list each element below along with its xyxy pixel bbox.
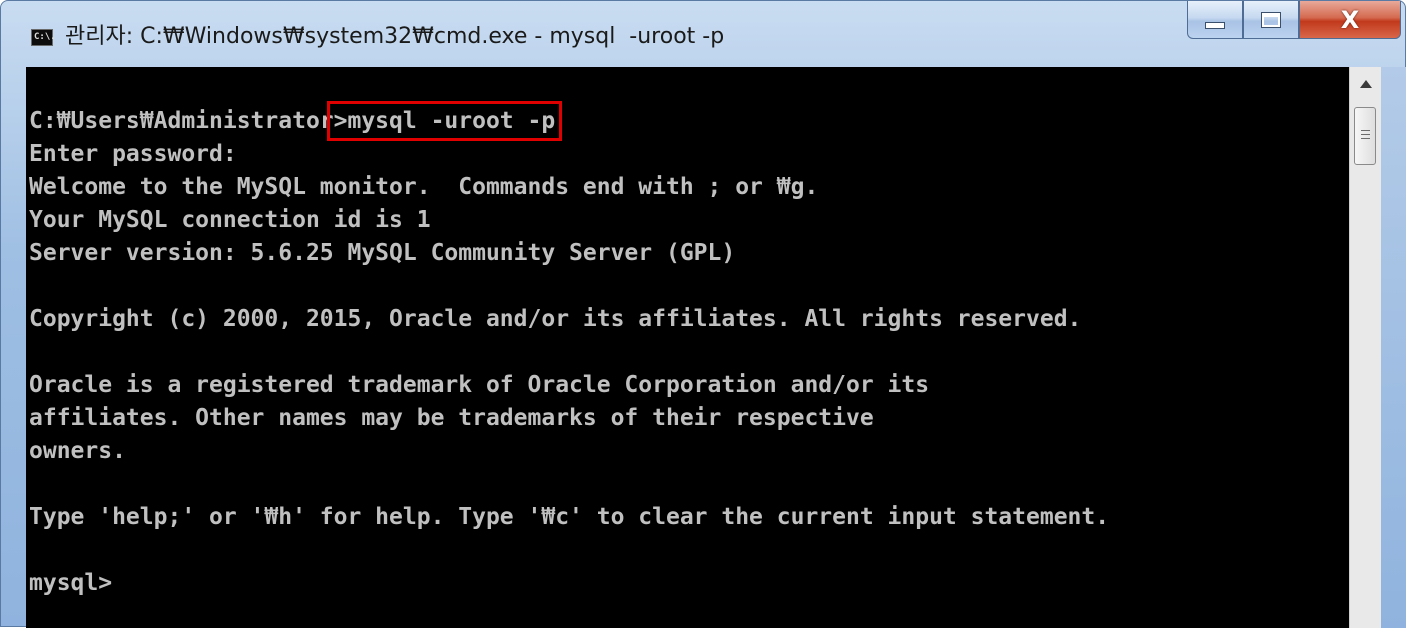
- window-frame-right: [1381, 67, 1406, 628]
- console-line: Enter password:: [29, 141, 237, 167]
- mysql-prompt[interactable]: mysql>: [29, 567, 1109, 600]
- app-icon-label: C:\.: [34, 32, 56, 42]
- title-bar[interactable]: C:\. 관리자: C:₩Windows₩system32₩cmd.exe - …: [1, 1, 1405, 67]
- scroll-up-arrow-icon: [1359, 80, 1372, 88]
- command-line: C:₩Users₩Administrator>mysql -uroot -p: [29, 101, 1109, 141]
- maximize-button[interactable]: [1243, 1, 1299, 39]
- cmd-console-icon[interactable]: C:\.: [31, 29, 56, 46]
- console-line: owners.: [29, 438, 126, 464]
- console-line: affiliates. Other names may be trademark…: [29, 405, 874, 431]
- console-line: Copyright (c) 2000, 2015, Oracle and/or …: [29, 306, 1082, 332]
- console-line: Type 'help;' or '₩h' for help. Type '₩c'…: [29, 504, 1110, 530]
- scroll-up-button[interactable]: [1350, 67, 1381, 101]
- scroll-thumb[interactable]: [1354, 107, 1376, 165]
- console-output[interactable]: C:₩Users₩Administrator>mysql -uroot -p E…: [26, 67, 1349, 628]
- minimize-icon: [1205, 22, 1225, 29]
- console-lines: C:₩Users₩Administrator>mysql -uroot -p E…: [29, 101, 1110, 600]
- highlighted-command: >mysql -uroot -p: [326, 101, 563, 141]
- window-title: 관리자: C:₩Windows₩system32₩cmd.exe - mysql…: [65, 24, 725, 49]
- console-line: Welcome to the MySQL monitor. Commands e…: [29, 174, 819, 200]
- prompt-path: C:₩Users₩Administrator: [29, 108, 334, 134]
- close-icon: X: [1340, 5, 1360, 34]
- close-button[interactable]: X: [1299, 1, 1401, 39]
- caption-buttons: X: [1187, 1, 1401, 41]
- vertical-scrollbar[interactable]: [1349, 67, 1381, 628]
- console-line: Server version: 5.6.25 MySQL Community S…: [29, 240, 736, 266]
- console-line: Oracle is a registered trademark of Orac…: [29, 372, 930, 398]
- console-line: Your MySQL connection id is 1: [29, 207, 431, 233]
- maximize-icon: [1261, 11, 1281, 28]
- minimize-button[interactable]: [1187, 1, 1243, 39]
- cmd-window: C:\. 관리자: C:₩Windows₩system32₩cmd.exe - …: [0, 0, 1406, 628]
